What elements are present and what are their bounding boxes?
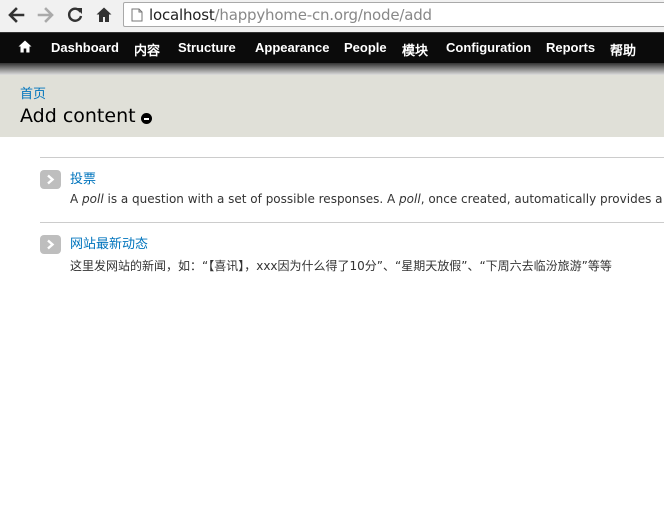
arrow-right-icon[interactable] [40, 170, 61, 189]
back-button[interactable] [5, 4, 27, 26]
page-title: Add content [20, 105, 136, 127]
page-header: 首页 Add content [0, 75, 664, 137]
address-bar[interactable]: localhost/happyhome-cn.org/node/add [123, 2, 664, 27]
back-arrow-icon [8, 7, 25, 23]
address-url: localhost/happyhome-cn.org/node/add [149, 6, 432, 24]
content-type-description: 这里发网站的新闻，如：“【喜讯】，xxx因为什么得了10分”、“星期天放假”、“… [70, 259, 612, 273]
toolbar-item-help[interactable]: 帮助 [610, 40, 636, 59]
url-path: /happyhome-cn.org/node/add [214, 6, 433, 24]
toolbar-item-modules[interactable]: 模块 [402, 40, 428, 59]
page-icon [131, 8, 143, 22]
content-type-item: 网站最新动态 这里发网站的新闻，如：“【喜讯】，xxx因为什么得了10分”、“星… [40, 222, 664, 287]
forward-button[interactable] [35, 4, 57, 26]
desc-emphasis: poll [82, 192, 104, 206]
toolbar-item-content[interactable]: 内容 [134, 40, 160, 59]
toolbar-item-dashboard[interactable]: Dashboard [51, 40, 119, 55]
remove-shortcut-icon[interactable] [141, 113, 152, 124]
reload-icon [67, 7, 83, 22]
admin-toolbar: Dashboard 内容 Structure Appearance People… [0, 32, 664, 63]
home-icon [96, 7, 112, 22]
forward-arrow-icon [37, 7, 54, 23]
content-type-link-poll[interactable]: 投票 [70, 168, 96, 187]
desc-emphasis: poll [399, 192, 421, 206]
desc-text: A [70, 192, 83, 206]
toolbar-item-people[interactable]: People [344, 40, 387, 55]
toolbar-item-reports[interactable]: Reports [546, 40, 595, 55]
home-button[interactable] [93, 4, 115, 26]
toolbar-item-configuration[interactable]: Configuration [446, 40, 531, 55]
desc-text: , once created, automatically provides a… [420, 192, 664, 206]
url-host: localhost [149, 6, 215, 24]
content-type-list: 投票 A poll is a question with a set of po… [40, 157, 664, 287]
browser-toolbar: localhost/happyhome-cn.org/node/add [0, 0, 664, 32]
home-icon[interactable] [18, 40, 32, 53]
breadcrumb-home[interactable]: 首页 [20, 83, 46, 102]
desc-text: is a question with a set of possible res… [103, 192, 400, 206]
toolbar-item-structure[interactable]: Structure [178, 40, 236, 55]
reload-button[interactable] [64, 4, 86, 26]
toolbar-item-appearance[interactable]: Appearance [255, 40, 329, 55]
content-type-description: A poll is a question with a set of possi… [70, 192, 664, 206]
toolbar-shadow [0, 63, 664, 75]
content-type-link-news[interactable]: 网站最新动态 [70, 233, 148, 252]
content-type-item: 投票 A poll is a question with a set of po… [40, 157, 664, 222]
arrow-right-icon[interactable] [40, 235, 61, 254]
